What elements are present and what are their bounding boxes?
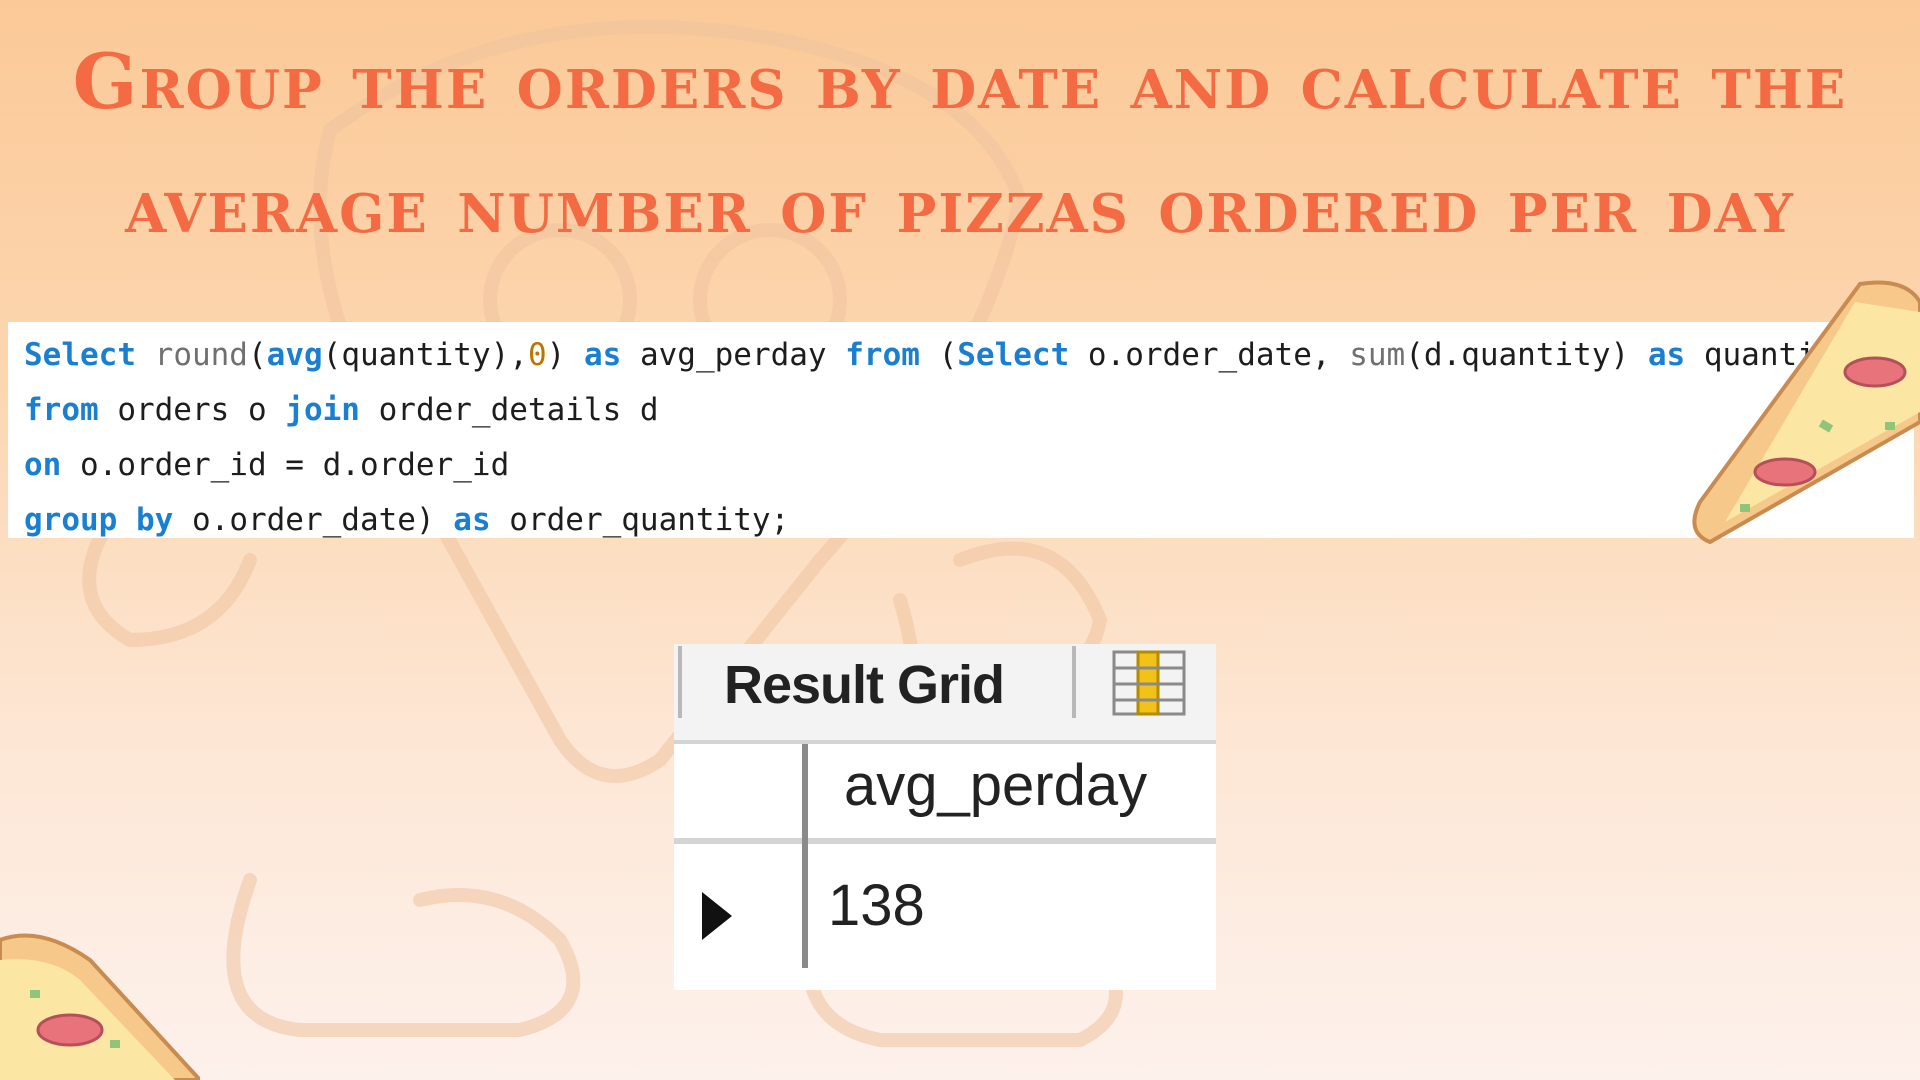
keyword-select: Select <box>957 337 1070 373</box>
code-text: ) <box>546 337 584 373</box>
slide-title: Group the orders by date and calculate t… <box>0 20 1920 268</box>
column-header-avg-perday[interactable]: avg_perday <box>844 752 1147 819</box>
code-text: (quantity), <box>322 337 528 373</box>
code-line-2: from orders o join order_details d <box>24 383 1898 438</box>
code-text: ( <box>919 337 958 373</box>
code-text: ( <box>247 337 267 373</box>
pizza-slice-icon <box>0 933 200 1080</box>
title-line-1: Group the orders by date and calculate t… <box>72 37 1848 126</box>
keyword-group: group <box>24 502 118 538</box>
function-round: round <box>154 337 248 373</box>
keyword-on: on <box>24 447 62 483</box>
keyword-select: Select <box>24 337 136 373</box>
code-text: o.order_id = d.order_id <box>61 447 510 483</box>
code-text: avg_perday <box>621 337 846 373</box>
code-text: o.order_date, <box>1069 337 1350 373</box>
sql-code-editor[interactable]: Select round(avg(quantity),0) as avg_per… <box>8 322 1914 538</box>
code-line-1: Select round(avg(quantity),0) as avg_per… <box>24 328 1898 383</box>
toolbar-separator <box>1072 646 1076 718</box>
result-grid-panel: Result Grid avg_perday 138 <box>674 644 1216 990</box>
row-pointer-icon <box>702 892 732 940</box>
code-text: (d.quantity) <box>1405 337 1648 373</box>
grid-columns-icon[interactable] <box>1110 648 1190 720</box>
code-text: order_details d <box>359 392 659 428</box>
function-avg: avg <box>266 337 323 373</box>
keyword-by: by <box>117 502 174 538</box>
function-sum: sum <box>1349 337 1406 373</box>
pizza-slice-icon <box>1692 280 1920 545</box>
code-text: o.order_date) <box>173 502 454 538</box>
row-header-divider <box>802 744 808 968</box>
keyword-from: from <box>24 392 99 428</box>
code-line-4: group by o.order_date) as order_quantity… <box>24 493 1898 538</box>
code-line-3: on o.order_id = d.order_id <box>24 438 1898 493</box>
keyword-join: join <box>285 392 360 428</box>
keyword-from: from <box>845 337 920 373</box>
result-cell-value[interactable]: 138 <box>828 872 925 939</box>
toolbar-separator <box>678 646 682 718</box>
result-grid-tab[interactable]: Result Grid <box>724 654 1005 716</box>
code-text: orders o <box>98 392 286 428</box>
keyword-as: as <box>453 502 491 538</box>
number-literal: 0 <box>527 337 547 373</box>
result-grid-toolbar: Result Grid <box>674 644 1216 744</box>
keyword-as: as <box>583 337 622 373</box>
code-text: order_quantity; <box>490 502 790 538</box>
title-line-2: average number of pizzas ordered per day <box>125 161 1795 250</box>
